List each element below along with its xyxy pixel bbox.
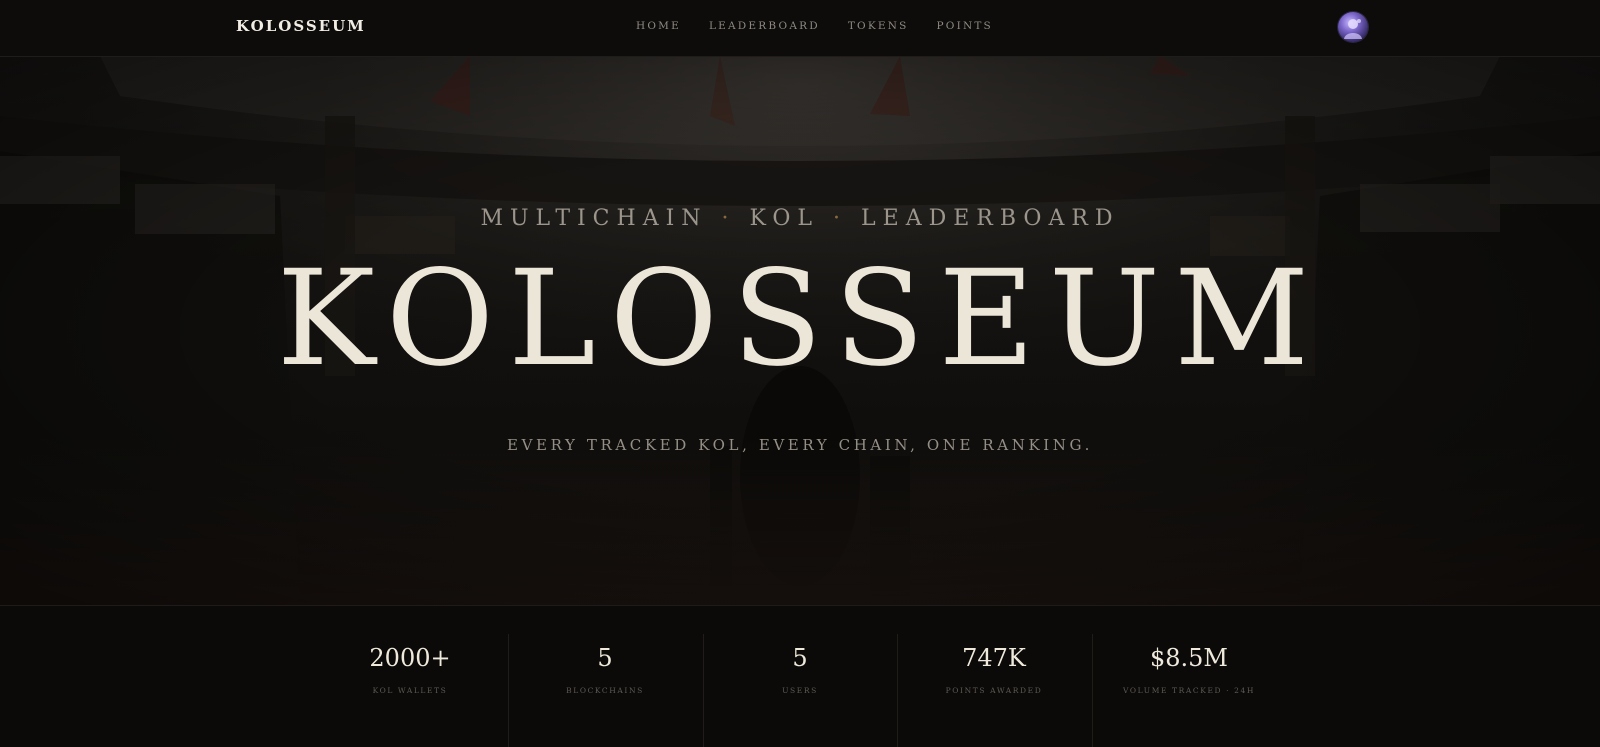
stat-label: BLOCKCHAINS xyxy=(566,686,644,695)
stat-label: VOLUME TRACKED · 24H xyxy=(1123,686,1255,695)
hero-subtitle: MULTICHAIN · KOL · LEADERBOARD xyxy=(0,206,1600,231)
stat-blockchains: 5 BLOCKCHAINS xyxy=(508,634,702,747)
subtitle-word-leaderboard: LEADERBOARD xyxy=(861,206,1120,231)
stat-volume-tracked: $8.5M VOLUME TRACKED · 24H xyxy=(1092,634,1286,747)
hero-section: MULTICHAIN · KOL · LEADERBOARD KOLOSSEUM… xyxy=(0,56,1600,606)
stats-bar: 2000+ KOL WALLETS 5 BLOCKCHAINS 5 USERS … xyxy=(0,606,1600,747)
user-avatar-icon[interactable] xyxy=(1338,12,1368,42)
nav-links: HOME LEADERBOARD TOKENS POINTS xyxy=(636,20,993,32)
stat-value: 2000+ xyxy=(369,644,451,672)
avatar-figure xyxy=(1344,19,1362,39)
stat-value: 5 xyxy=(792,644,808,672)
nav-link-points[interactable]: POINTS xyxy=(937,20,993,32)
stat-users: 5 USERS xyxy=(703,634,897,747)
nav-link-leaderboard[interactable]: LEADERBOARD xyxy=(709,20,820,32)
stat-points-awarded: 747K POINTS AWARDED xyxy=(897,634,1091,747)
subtitle-word-kol: KOL xyxy=(749,206,820,231)
stat-value: $8.5M xyxy=(1149,644,1228,672)
hero-tagline: EVERY TRACKED KOL, EVERY CHAIN, ONE RANK… xyxy=(507,436,1093,454)
nav-link-home[interactable]: HOME xyxy=(636,20,681,32)
subtitle-separator: · xyxy=(721,206,736,231)
stat-value: 747K xyxy=(962,644,1026,672)
top-navbar: KOLOSSEUM HOME LEADERBOARD TOKENS POINTS xyxy=(0,0,1600,57)
brand-logo[interactable]: KOLOSSEUM xyxy=(236,17,366,35)
subtitle-word-multichain: MULTICHAIN xyxy=(480,206,708,231)
stat-label: USERS xyxy=(782,686,818,695)
hero-title: KOLOSSEUM xyxy=(276,242,1324,396)
nav-link-tokens[interactable]: TOKENS xyxy=(848,20,909,32)
subtitle-separator: · xyxy=(833,206,848,231)
stat-label: KOL WALLETS xyxy=(372,686,448,695)
stat-kol-wallets: 2000+ KOL WALLETS xyxy=(313,634,507,747)
page: KOLOSSEUM HOME LEADERBOARD TOKENS POINTS xyxy=(0,0,1600,747)
stat-label: POINTS AWARDED xyxy=(945,686,1043,695)
stat-value: 5 xyxy=(597,644,613,672)
